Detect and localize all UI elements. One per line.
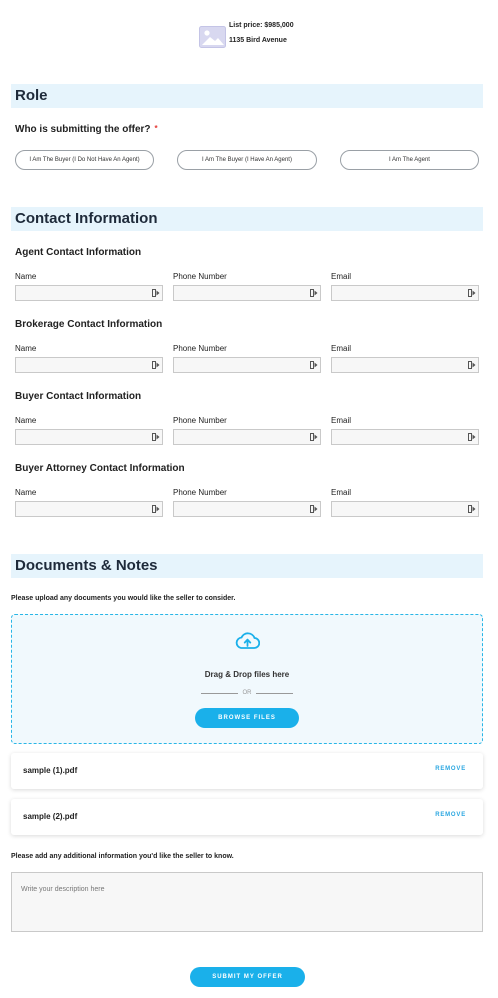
autofill-icon[interactable] (310, 289, 318, 297)
submit-offer-button[interactable]: SUBMIT MY OFFER (190, 967, 305, 987)
dropzone-text: Drag & Drop files here (204, 670, 290, 679)
email-label: Email (331, 272, 352, 281)
autofill-icon[interactable] (468, 289, 476, 297)
contact-group-title: Buyer Contact Information (15, 391, 142, 402)
autofill-icon[interactable] (468, 505, 476, 513)
email-label: Email (331, 488, 352, 497)
autofill-icon[interactable] (468, 361, 476, 369)
name-field[interactable] (15, 501, 163, 517)
section-heading-documents: Documents & Notes (11, 554, 483, 578)
uploaded-file-card: sample (2).pdf REMOVE (11, 799, 483, 835)
autofill-icon[interactable] (310, 433, 318, 441)
phone-label: Phone Number (173, 344, 227, 353)
autofill-icon[interactable] (152, 289, 160, 297)
name-field[interactable] (15, 357, 163, 373)
or-separator: OR (242, 690, 252, 696)
listing-summary: List price: $985,000 1135 Bird Avenue (199, 22, 319, 52)
name-field[interactable] (15, 429, 163, 445)
phone-label: Phone Number (173, 272, 227, 281)
email-field[interactable] (331, 501, 479, 517)
role-question: Who is submitting the offer? * (15, 124, 158, 135)
section-heading-contact: Contact Information (11, 207, 483, 231)
file-name: sample (2).pdf (23, 812, 78, 821)
remove-file-button[interactable]: REMOVE (435, 812, 466, 818)
email-label: Email (331, 416, 352, 425)
email-field[interactable] (331, 285, 479, 301)
phone-label: Phone Number (173, 416, 227, 425)
role-option-buyer-no-agent[interactable]: I Am The Buyer (I Do Not Have An Agent) (15, 150, 154, 170)
phone-field[interactable] (173, 285, 321, 301)
autofill-icon[interactable] (152, 505, 160, 513)
name-label: Name (15, 344, 37, 353)
property-address: 1135 Bird Avenue (229, 37, 287, 44)
uploaded-file-card: sample (1).pdf REMOVE (11, 753, 483, 789)
name-label: Name (15, 272, 37, 281)
phone-field[interactable] (173, 357, 321, 373)
description-textarea[interactable] (11, 872, 483, 932)
email-field[interactable] (331, 429, 479, 445)
upload-prompt: Please upload any documents you would li… (11, 595, 236, 602)
cloud-upload-icon (235, 632, 260, 649)
contact-group-title: Brokerage Contact Information (15, 319, 163, 330)
autofill-icon[interactable] (152, 433, 160, 441)
phone-label: Phone Number (173, 488, 227, 497)
section-heading-role: Role (11, 84, 483, 108)
phone-field[interactable] (173, 501, 321, 517)
divider-right (256, 693, 293, 694)
image-placeholder-icon (199, 26, 226, 48)
list-price: List price: $985,000 (229, 22, 294, 29)
browse-files-button[interactable]: BROWSE FILES (195, 708, 299, 728)
autofill-icon[interactable] (152, 361, 160, 369)
name-label: Name (15, 488, 37, 497)
email-field[interactable] (331, 357, 479, 373)
role-question-text: Who is submitting the offer? (15, 124, 151, 135)
remove-file-button[interactable]: REMOVE (435, 766, 466, 772)
file-name: sample (1).pdf (23, 766, 78, 775)
contact-group-title: Agent Contact Information (15, 247, 142, 258)
autofill-icon[interactable] (310, 505, 318, 513)
required-marker: * (154, 124, 158, 133)
autofill-icon[interactable] (468, 433, 476, 441)
role-option-agent[interactable]: I Am The Agent (340, 150, 479, 170)
name-field[interactable] (15, 285, 163, 301)
notes-prompt: Please add any additional information yo… (11, 853, 234, 860)
role-option-buyer-with-agent[interactable]: I Am The Buyer (I Have An Agent) (177, 150, 317, 170)
contact-group-title: Buyer Attorney Contact Information (15, 463, 185, 474)
name-label: Name (15, 416, 37, 425)
email-label: Email (331, 344, 352, 353)
phone-field[interactable] (173, 429, 321, 445)
autofill-icon[interactable] (310, 361, 318, 369)
divider-left (201, 693, 238, 694)
